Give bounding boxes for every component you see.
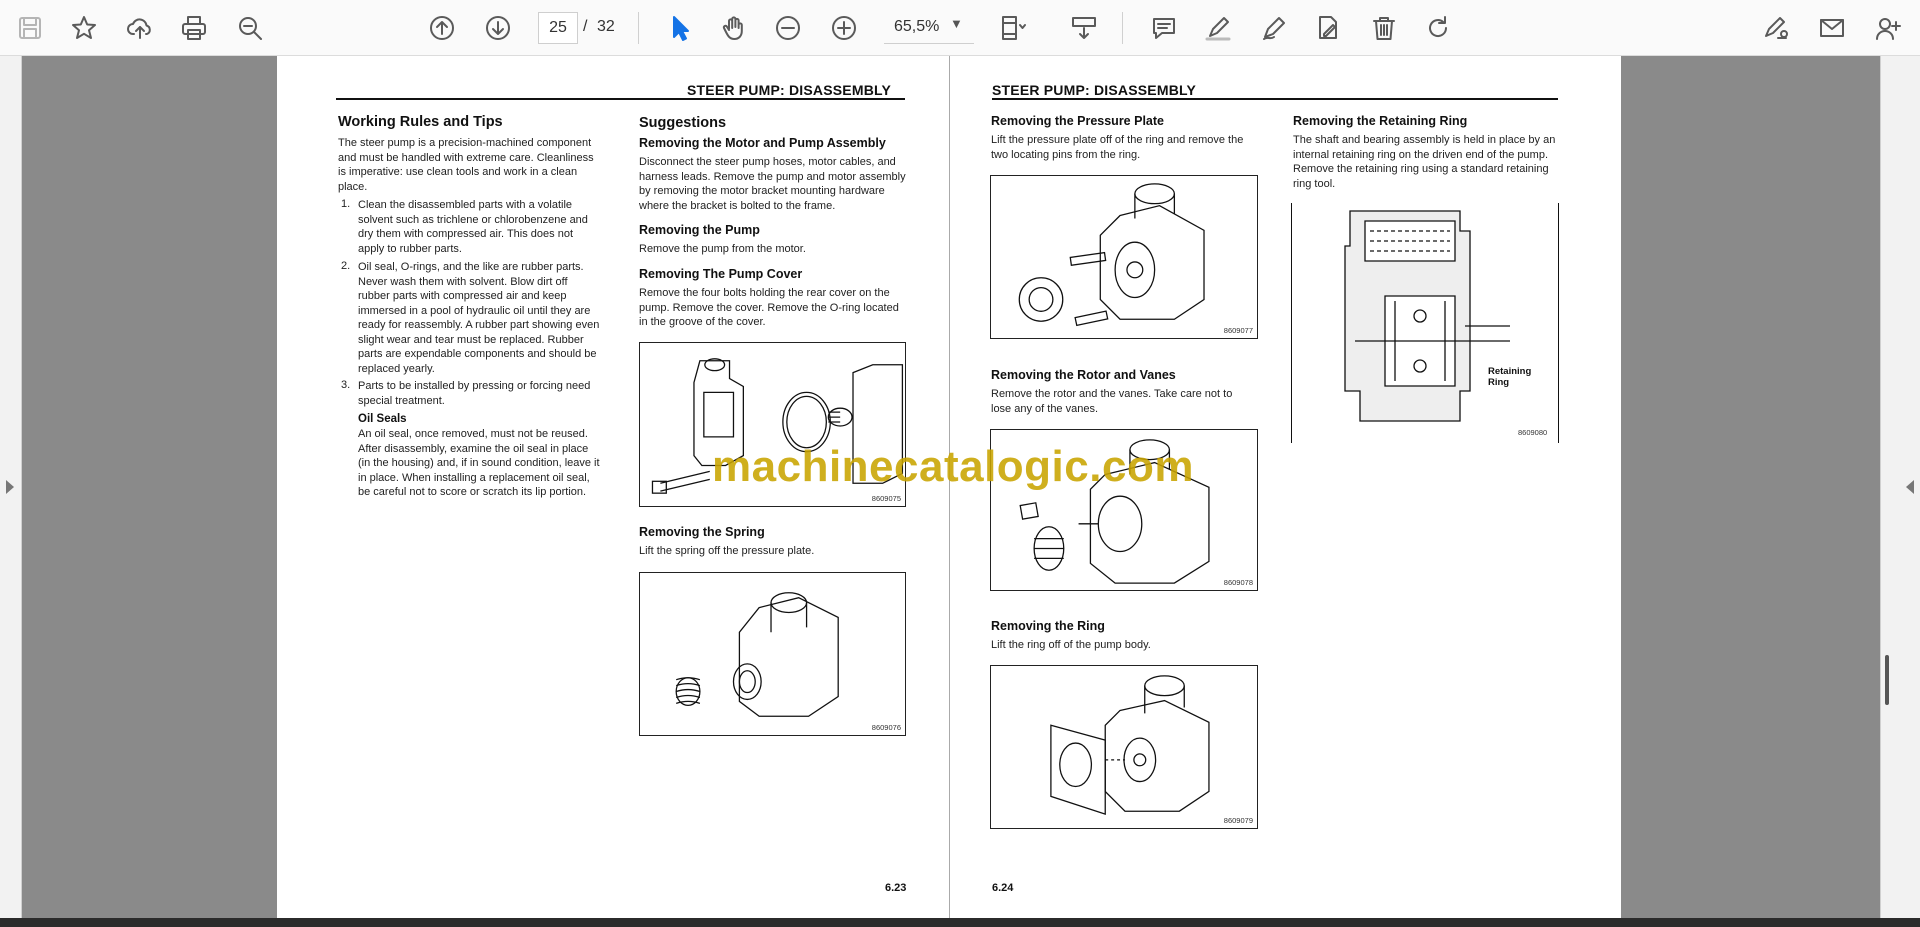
figure-code: 8609079 (1223, 816, 1253, 825)
header-rule (992, 98, 1558, 100)
list-item: Clean the disassembled parts with a vola… (358, 199, 588, 255)
figure-label: Ring (1488, 377, 1510, 388)
expand-right-arrow-icon[interactable] (1906, 480, 1914, 494)
zoom-out-icon[interactable] (770, 10, 806, 46)
rotate-icon[interactable] (1420, 10, 1456, 46)
subsection-title: Removing the Motor and Pump Assembly (639, 136, 886, 150)
save-icon[interactable] (12, 10, 48, 46)
subsection-title: Removing the Retaining Ring (1293, 114, 1468, 128)
figure-border-right (1558, 203, 1559, 443)
expand-left-arrow-icon[interactable] (6, 480, 14, 494)
page-number: 6.23 (885, 882, 907, 894)
figure-border-left (1291, 203, 1292, 443)
subsection-title: Removing the Pump (639, 223, 760, 237)
page-header: STEER PUMP: DISASSEMBLY (687, 82, 892, 98)
previous-page-icon[interactable] (424, 10, 460, 46)
total-pages: 32 (597, 18, 615, 35)
paragraph: The steer pump is a precision-machined c… (338, 137, 594, 193)
figure-code: 8609080 (1518, 428, 1548, 437)
ring-illustration (1050, 675, 1210, 816)
header-rule (336, 98, 905, 100)
zoom-search-icon[interactable] (232, 10, 268, 46)
figure-code: 8609076 (871, 723, 901, 732)
paragraph: Remove the four bolts holding the rear c… (639, 287, 899, 328)
page-fit-icon[interactable] (994, 10, 1030, 46)
divider (638, 12, 639, 44)
list-number: 3. (341, 379, 351, 391)
subsection-title: Removing the Rotor and Vanes (991, 368, 1176, 382)
paragraph: Remove the rotor and the vanes. Take car… (991, 388, 1233, 415)
highlight-pen-icon[interactable] (1200, 10, 1236, 46)
scroll-mode-icon[interactable] (1066, 10, 1102, 46)
subsection-title: Removing the Spring (639, 525, 765, 539)
page-header: STEER PUMP: DISASSEMBLY (992, 82, 1197, 98)
figure-label: Retaining (1488, 366, 1532, 377)
list-number: 2. (341, 260, 351, 272)
zoom-dropdown-icon[interactable]: ▼ (950, 16, 963, 31)
subsection-title: Removing the Ring (991, 619, 1105, 633)
list-number: 1. (341, 198, 351, 210)
page-separator: / (583, 18, 588, 35)
subsection-title: Oil Seals (358, 413, 407, 425)
print-icon[interactable] (176, 10, 212, 46)
subsection-title: Removing the Pressure Plate (991, 114, 1164, 128)
figure-code: 8609075 (871, 494, 901, 503)
paragraph: Remove the pump from the motor. (639, 243, 806, 255)
paragraph: The shaft and bearing assembly is held i… (1293, 134, 1556, 190)
list-item: Parts to be installed by pressing or for… (358, 380, 591, 407)
comment-icon[interactable] (1146, 10, 1182, 46)
sign-icon[interactable] (1310, 10, 1346, 46)
section-title: Suggestions (639, 115, 727, 131)
figure-code: 8609078 (1223, 578, 1253, 587)
scrollbar-thumb[interactable] (1885, 655, 1889, 705)
subsection-title: Removing The Pump Cover (639, 267, 803, 281)
email-icon[interactable] (1814, 10, 1850, 46)
vertical-scrollbar[interactable] (1880, 56, 1892, 918)
pressure-plate-illustration (1018, 183, 1205, 327)
hand-tool-icon[interactable] (716, 10, 752, 46)
paragraph: An oil seal, once removed, must not be r… (358, 428, 600, 498)
upload-cloud-icon[interactable] (122, 10, 158, 46)
watermark: machinecatalogic.com (712, 442, 1194, 491)
list-item: Oil seal, O-rings, and the like are rubb… (358, 261, 600, 375)
spring-illustration (675, 592, 839, 717)
ring-figure: 8609079 (990, 665, 1258, 829)
toolbar: 25 / 32 65,5% ▼ (0, 0, 1920, 56)
add-user-icon[interactable] (1870, 10, 1906, 46)
retaining-ring-illustration (1344, 210, 1510, 422)
status-bar (0, 918, 1920, 927)
edit-link-icon[interactable] (1758, 10, 1794, 46)
figure-code: 8609077 (1223, 326, 1253, 335)
divider (1122, 12, 1123, 44)
page-number-input[interactable]: 25 (538, 12, 578, 44)
page-number: 6.24 (992, 882, 1014, 894)
paragraph: Lift the pressure plate off of the ring … (991, 134, 1244, 161)
paragraph: Lift the ring off of the pump body. (991, 639, 1151, 651)
zoom-in-icon[interactable] (826, 10, 862, 46)
paragraph: Lift the spring off the pressure plate. (639, 545, 815, 557)
next-page-icon[interactable] (480, 10, 516, 46)
delete-trash-icon[interactable] (1366, 10, 1402, 46)
section-title: Working Rules and Tips (338, 114, 503, 130)
select-cursor-icon[interactable] (662, 10, 698, 46)
bookmark-star-icon[interactable] (66, 10, 102, 46)
spring-figure: 8609076 (639, 572, 906, 736)
paragraph: Disconnect the steer pump hoses, motor c… (639, 156, 906, 212)
draw-pen-icon[interactable] (1256, 10, 1292, 46)
pressure-plate-figure: 8609077 (990, 175, 1258, 339)
